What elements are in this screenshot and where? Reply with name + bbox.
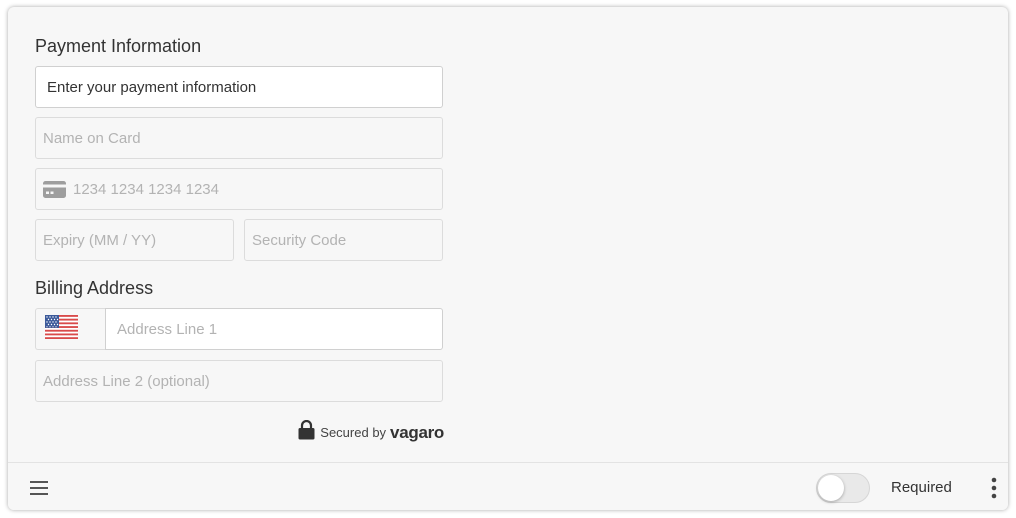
hamburger-menu-icon[interactable] [27,476,51,500]
security-code-input[interactable]: Security Code [244,219,443,261]
more-options-icon[interactable] [984,476,1004,500]
payment-information-title: Payment Information [35,36,202,56]
security-code-placeholder: Security Code [252,231,347,249]
address-line-1-placeholder: Address Line 1 [117,320,218,338]
us-flag-icon [45,314,78,344]
card-number-placeholder: 1234 1234 1234 1234 [73,180,219,198]
name-on-card-input[interactable]: Name on Card [35,117,443,159]
required-toggle[interactable] [816,473,870,503]
card-number-input[interactable]: 1234 1234 1234 1234 [35,168,443,210]
secured-by-badge: Secured by vagaro [298,419,444,445]
name-on-card-placeholder: Name on Card [43,129,141,147]
address-line-1-input[interactable]: Address Line 1 [105,308,443,350]
billing-address-title: Billing Address [35,278,154,298]
payment-summary-field[interactable]: Enter your payment information [35,66,443,108]
secured-by-text: Secured by [320,425,387,440]
address-line-2-input[interactable]: Address Line 2 (optional) [35,360,443,402]
required-toggle-knob [818,475,844,501]
field-footer-toolbar: Required [8,462,1008,510]
required-label: Required [891,479,952,496]
payment-summary-text: Enter your payment information [47,78,257,96]
payment-form-card: Payment Information Enter your payment i… [8,7,1008,510]
vagaro-logo: vagaro [390,422,444,442]
expiry-input[interactable]: Expiry (MM / YY) [35,219,234,261]
lock-icon [298,419,315,445]
address-line-2-placeholder: Address Line 2 (optional) [43,372,210,390]
country-selector[interactable] [35,308,105,350]
credit-card-icon [43,180,66,198]
expiry-placeholder: Expiry (MM / YY) [43,231,157,249]
